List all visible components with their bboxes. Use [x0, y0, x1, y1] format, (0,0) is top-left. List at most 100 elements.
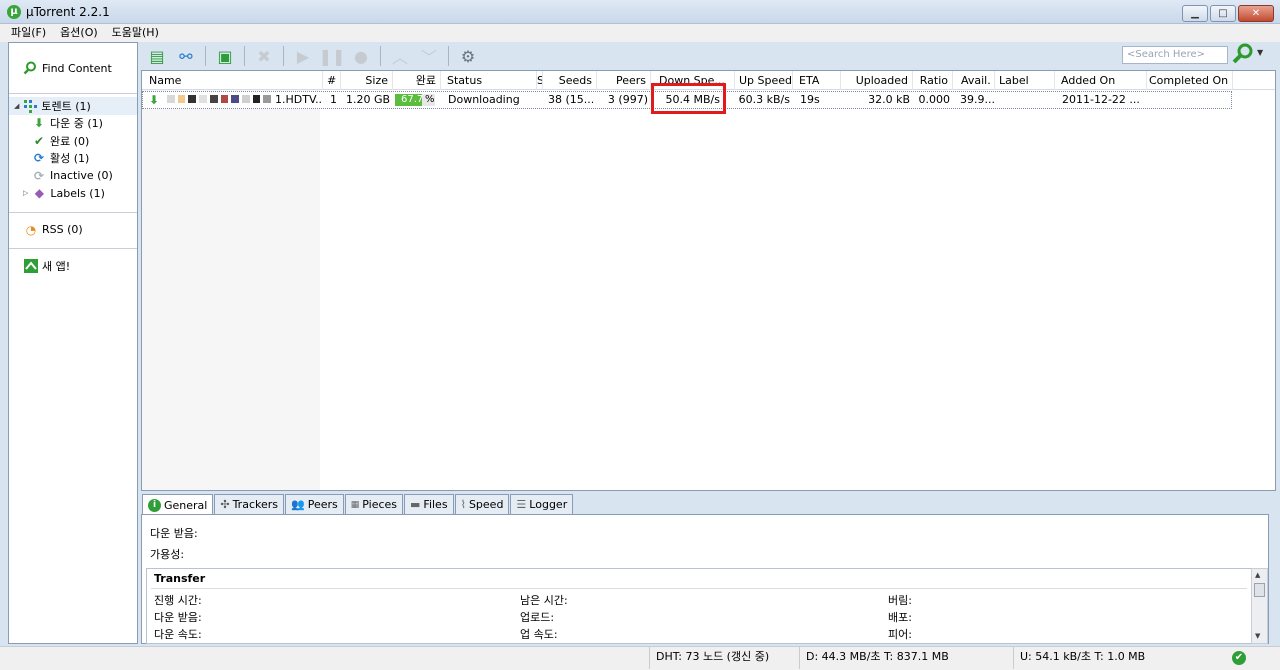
wasted-label: 버림:: [888, 594, 912, 607]
toolbar-separator: [205, 46, 206, 66]
column-header-percent[interactable]: 완료: [393, 71, 441, 90]
elapsed-time-label: 진행 시간:: [154, 594, 202, 607]
pause-button[interactable]: ❚❚: [318, 44, 346, 68]
detail-tabs: i General ✣ Trackers 👥 Peers ▦ Pieces ▬ …: [142, 494, 574, 515]
maximize-button[interactable]: □: [1210, 5, 1236, 22]
title-bar: µ µTorrent 2.2.1 ▁ □ ✕: [0, 0, 1280, 24]
cell-peers: 3 (997): [607, 93, 648, 106]
add-url-button[interactable]: ⚯: [173, 44, 199, 68]
sidebar-item-rss[interactable]: ◔ RSS (0): [9, 221, 137, 239]
downloaded-label: 다운 받음:: [150, 527, 198, 540]
search-icon: [1232, 43, 1253, 64]
start-button[interactable]: ▶: [290, 44, 316, 68]
add-torrent-button[interactable]: ▤: [144, 44, 170, 68]
tab-peers[interactable]: 👥 Peers: [285, 494, 344, 514]
search-button[interactable]: [1232, 43, 1254, 70]
peers-label: 피어:: [888, 628, 912, 641]
transfer-divider: [151, 588, 1247, 589]
column-header-number[interactable]: #: [323, 71, 341, 90]
find-content-label: Find Content: [42, 61, 112, 75]
transfer-section: Transfer 진행 시간: 다운 받음: 다운 속도: 남은 시간: 업로드…: [146, 568, 1252, 644]
move-up-button[interactable]: ︿: [387, 44, 413, 68]
tab-trackers[interactable]: ✣ Trackers: [214, 494, 284, 514]
column-header-seeds[interactable]: Seeds: [543, 71, 597, 90]
menu-file[interactable]: 파일(F): [11, 24, 46, 42]
expand-triangle-icon[interactable]: ◢: [14, 102, 19, 110]
details-scrollbar[interactable]: ▲ ▼: [1251, 568, 1268, 644]
column-header-ratio[interactable]: Ratio: [913, 71, 953, 90]
sidebar-item-downloading[interactable]: ⬇ 다운 중 (1): [9, 115, 137, 133]
tab-general[interactable]: i General: [142, 494, 214, 515]
label-tag-icon: ◆: [34, 186, 44, 201]
preferences-button[interactable]: ⚙: [455, 44, 481, 68]
stop-icon: ●: [354, 46, 368, 66]
pause-icon: ❚❚: [318, 46, 346, 66]
cell-uploaded: 32.0 kB: [868, 93, 910, 106]
toolbar: ▤ ⚯ ▣ ✖ ▶ ❚❚ ● ︿ ﹀ ⚙: [140, 42, 1280, 70]
uploaded-amount-label: 업로드:: [520, 611, 555, 624]
column-header-name[interactable]: Name: [145, 71, 323, 90]
gear-icon: ⚙: [460, 46, 476, 66]
column-header-s[interactable]: S: [533, 71, 543, 90]
cell-status: Downloading: [448, 93, 520, 106]
cell-name: 1.HDTV....: [275, 93, 323, 106]
sidebar-item-label: 활성 (1): [50, 152, 90, 166]
refresh-icon: ⟳: [33, 151, 45, 166]
tab-speed[interactable]: ⌇ Speed: [454, 494, 510, 514]
search-input[interactable]: <Search Here>: [1122, 46, 1228, 64]
close-button[interactable]: ✕: [1238, 5, 1274, 22]
column-header-avail[interactable]: Avail.: [957, 71, 995, 90]
sidebar-item-inactive[interactable]: ⟳ Inactive (0): [9, 167, 137, 185]
minimize-button[interactable]: ▁: [1182, 5, 1208, 22]
cell-up-speed: 60.3 kB/s: [738, 93, 790, 106]
rss-icon: ◔: [25, 222, 37, 237]
scroll-up-icon[interactable]: ▲: [1255, 571, 1260, 579]
collapse-triangle-icon[interactable]: ▷: [23, 189, 28, 197]
column-header-eta[interactable]: ETA: [795, 71, 841, 90]
tab-label: Files: [423, 498, 448, 511]
chevron-up-icon: ︿: [391, 48, 408, 67]
create-torrent-button[interactable]: ▣: [212, 44, 238, 68]
down-speed-highlight: [651, 83, 726, 114]
find-content-button[interactable]: Find Content: [23, 61, 112, 75]
move-down-button[interactable]: ﹀: [416, 44, 442, 68]
search-provider-dropdown-icon[interactable]: ▼: [1257, 48, 1263, 57]
tab-label: Logger: [529, 498, 568, 511]
scroll-down-icon[interactable]: ▼: [1255, 632, 1260, 640]
cell-percent-sign: %: [425, 94, 435, 105]
column-header-uploaded[interactable]: Uploaded: [841, 71, 913, 90]
column-header-size[interactable]: Size: [341, 71, 393, 90]
column-header-completed-on[interactable]: Completed On: [1145, 71, 1233, 90]
network-ok-icon[interactable]: ✔: [1232, 651, 1246, 665]
tab-label: General: [164, 498, 208, 512]
tab-label: Peers: [307, 498, 338, 511]
create-torrent-icon: ▣: [217, 46, 233, 66]
column-header-label[interactable]: Label: [995, 71, 1055, 90]
seeds-label: 배포:: [888, 611, 912, 624]
column-header-peers[interactable]: Peers: [597, 71, 651, 90]
sidebar-item-apps[interactable]: 새 앱!: [9, 257, 137, 275]
sidebar-item-labels[interactable]: ▷ ◆ Labels (1): [9, 185, 137, 203]
tab-pieces[interactable]: ▦ Pieces: [344, 494, 404, 514]
tab-files[interactable]: ▬ Files: [404, 494, 454, 514]
blurred-name: [167, 95, 272, 105]
column-header-status[interactable]: Status: [443, 71, 537, 90]
stop-button[interactable]: ●: [348, 44, 374, 68]
logger-icon: ☰: [516, 498, 527, 511]
tab-logger[interactable]: ☰ Logger: [510, 494, 574, 514]
column-header-up-speed[interactable]: Up Speed: [735, 71, 793, 90]
toolbar-separator: [380, 46, 381, 66]
cell-added-on: 2011-12-22 ...: [1062, 93, 1140, 106]
remove-button[interactable]: ✖: [251, 44, 277, 68]
column-header-added-on[interactable]: Added On: [1057, 71, 1147, 90]
menu-options[interactable]: 옵션(O): [60, 24, 97, 42]
sidebar-item-torrents[interactable]: ◢ 토렌트 (1): [9, 97, 137, 115]
sidebar-item-completed[interactable]: ✔ 완료 (0): [9, 132, 137, 150]
download-arrow-icon: ⬇: [149, 93, 160, 107]
sidebar-item-active[interactable]: ⟳ 활성 (1): [9, 150, 137, 168]
torrent-tree: ◢ 토렌트 (1) ⬇ 다운 중 (1) ✔ 완료 (0) ⟳ 활성 (1) ⟳…: [9, 97, 137, 202]
menu-help[interactable]: 도움말(H): [112, 24, 159, 42]
sidebar-item-label: Labels (1): [50, 186, 105, 200]
scrollbar-thumb[interactable]: [1254, 583, 1265, 597]
checkmark-icon: ✔: [33, 133, 45, 148]
